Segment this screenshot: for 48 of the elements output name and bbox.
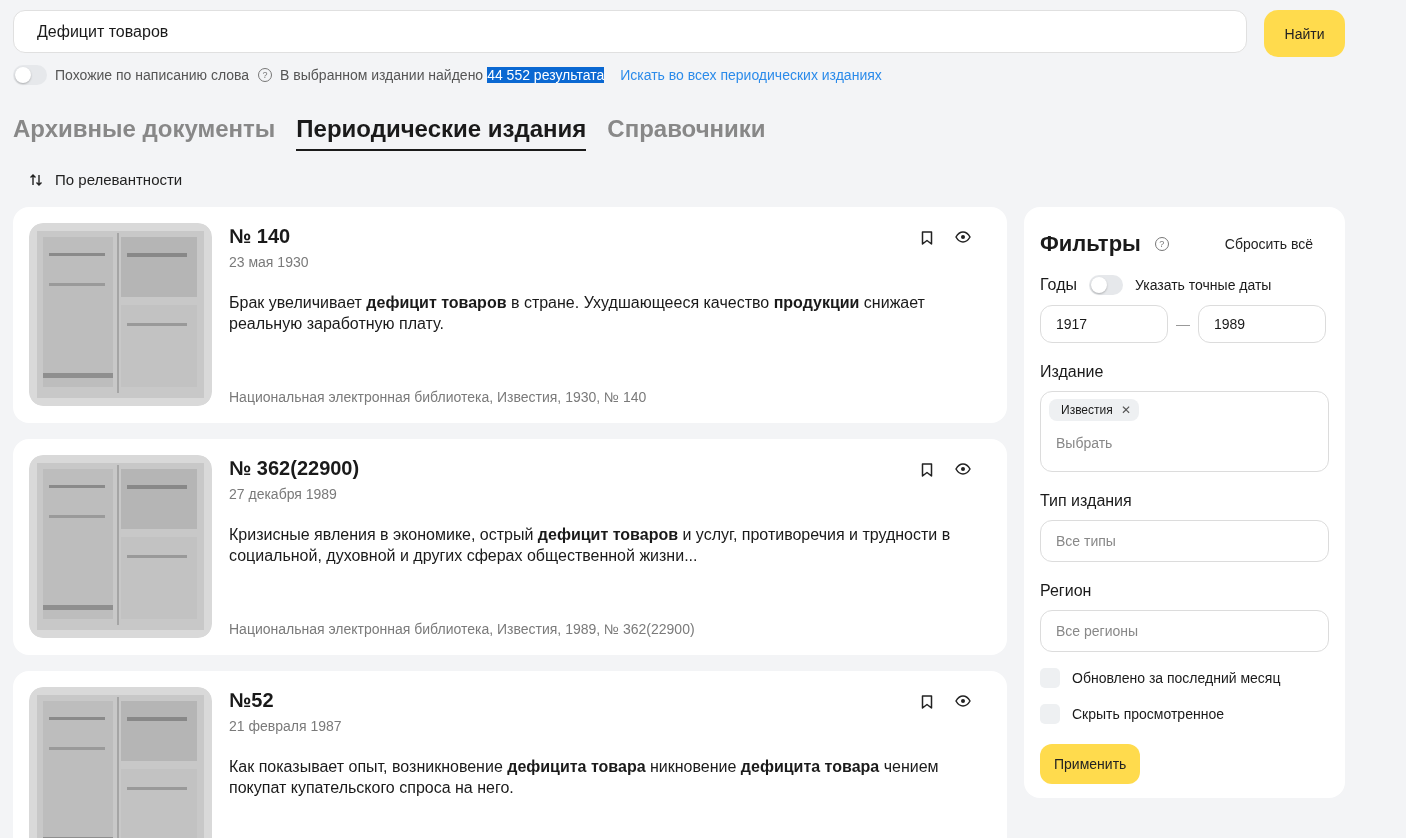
edition-label: Издание	[1040, 363, 1105, 381]
eye-icon[interactable]	[955, 463, 971, 475]
eye-icon[interactable]	[955, 231, 971, 243]
checkbox-label: Обновлено за последний месяц	[1072, 670, 1281, 686]
region-label: Регион	[1040, 582, 1093, 600]
edition-field[interactable]: Известия ✕ Выбрать	[1040, 391, 1329, 472]
region-field[interactable]: Все регионы	[1040, 610, 1329, 652]
bookmark-icon[interactable]	[921, 231, 933, 245]
results-found-text: В выбранном издании найдено	[280, 67, 484, 83]
issue-title[interactable]: №52	[229, 689, 274, 712]
apply-button[interactable]: Применить	[1040, 744, 1141, 784]
result-card[interactable]: № 140 23 мая 1930 Брак увеличивает дефицит товаров в стране. Ухудшающееся качество продукции снижает реальную заработную плату. Национальная электронная библиотека, Известия, 1930, № 140	[13, 207, 1007, 423]
filters-title: Фильтры	[1040, 231, 1141, 257]
reset-all-button[interactable]: Сбросить всё	[1224, 236, 1313, 252]
source-text: Национальная электронная библиотека, Известия, 1930, № 140	[229, 389, 648, 407]
result-card[interactable]	[13, 439, 1007, 655]
bookmark-icon[interactable]	[921, 695, 933, 709]
find-button[interactable]: Найти	[1264, 10, 1345, 57]
edition-type-field[interactable]: Все типы	[1040, 520, 1329, 562]
result-card[interactable]: №52 21 февраля 1987 Как показывает опыт, возникновение дефицита товара никновение дефицита товара чением покупат купательского спроса на него.	[13, 671, 1007, 838]
edition-chip[interactable]: Известия ✕	[1049, 399, 1139, 421]
edition-type-label: Тип издания	[1040, 492, 1133, 510]
toggle-switch[interactable]	[1089, 275, 1123, 295]
snippet-text: Кризисные явления в экономике, острый дефицит товаров и услуг, противоречия и трудности в социальной, духовной и других сферах общественной жизни...	[229, 525, 952, 566]
similar-spelling-label: Похожие по написанию слова	[55, 67, 250, 83]
sort-button[interactable]: По релевантности	[29, 171, 183, 188]
bookmark-icon[interactable]	[921, 463, 933, 477]
search-field[interactable]: Дефицит товаров	[13, 10, 1247, 53]
snippet-text: Как показывает опыт, возникновение дефицита товара никновение дефицита товара чением покупат купательского спроса на него.	[229, 757, 940, 798]
remove-icon[interactable]: ✕	[1120, 403, 1131, 417]
eye-icon[interactable]	[955, 695, 971, 707]
year-to-field[interactable]: 1989	[1198, 305, 1326, 343]
issue-date: 27 декабря 1989	[229, 486, 338, 502]
issue-title[interactable]: № 140	[229, 225, 291, 248]
snippet-text: Брак увеличивает дефицит товаров в стране. Ухудшающееся качество продукции снижает реальную заработную плату.	[229, 293, 926, 334]
issue-title[interactable]: № 362(22900)	[229, 457, 360, 480]
checkbox-label: Скрыть просмотренное	[1072, 706, 1224, 722]
years-label: Годы	[1040, 276, 1077, 294]
sort-icon	[29, 172, 43, 187]
exact-dates-label: Указать точные даты	[1135, 277, 1272, 293]
range-dash: —	[1176, 316, 1190, 332]
issue-date: 23 мая 1930	[229, 254, 310, 270]
year-from-field[interactable]: 1917	[1040, 305, 1168, 343]
tab[interactable]: Периодические издания	[296, 115, 587, 151]
issue-date: 21 февраля 1987	[229, 718, 343, 734]
source-text: Национальная электронная библиотека, Известия, 1989, № 362(22900)	[229, 621, 696, 639]
toggle-switch[interactable]	[13, 65, 47, 85]
chip-label: Известия	[1061, 403, 1113, 417]
